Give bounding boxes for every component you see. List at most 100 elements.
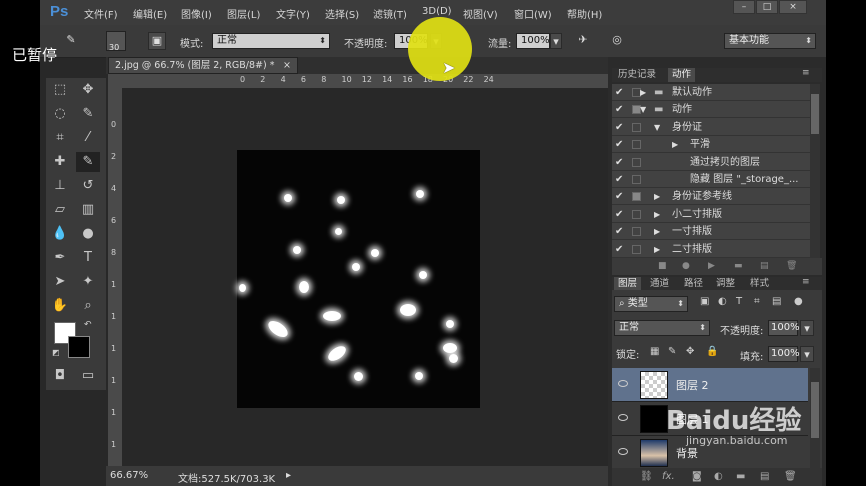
- clone-stamp-tool-icon[interactable]: ⊥: [48, 176, 72, 196]
- fill-arrow[interactable]: ▾: [800, 346, 814, 362]
- menu-item[interactable]: 文件(F): [84, 6, 118, 21]
- swap-colors-icon[interactable]: ↶: [84, 320, 92, 330]
- zoom-level[interactable]: 66.67%: [110, 470, 148, 481]
- pen-tool-icon[interactable]: ✒: [48, 248, 72, 268]
- menu-item[interactable]: 3D(D): [422, 6, 452, 17]
- expand-arrow-icon[interactable]: ▶: [672, 136, 678, 153]
- expand-arrow-icon[interactable]: ▶: [654, 206, 660, 223]
- panel-menu-icon[interactable]: ≡: [802, 68, 810, 78]
- actions-scrollbar-thumb[interactable]: [811, 94, 819, 134]
- menu-item[interactable]: 帮助(H): [567, 6, 602, 21]
- layer-visibility-eye-icon[interactable]: [618, 380, 628, 387]
- actions-scrollbar[interactable]: [810, 84, 820, 258]
- link-layers-icon[interactable]: ⛓: [640, 468, 653, 486]
- action-enabled-check-icon[interactable]: ✔: [615, 171, 623, 188]
- blend-mode-dropdown[interactable]: 正常 ⬍: [614, 320, 710, 336]
- new-action-icon[interactable]: ▤: [760, 258, 769, 275]
- expand-arrow-icon[interactable]: ▶: [654, 241, 660, 258]
- layers-scrollbar-thumb[interactable]: [811, 382, 819, 438]
- marquee-tool-icon[interactable]: ⬚: [48, 80, 72, 100]
- flow-dropdown-arrow[interactable]: ▾: [550, 33, 562, 49]
- blur-tool-icon[interactable]: 💧: [48, 224, 72, 244]
- brush-tool-preset-icon[interactable]: ✎: [62, 32, 80, 50]
- quick-selection-tool-icon[interactable]: ✎: [76, 104, 100, 124]
- action-row[interactable]: ✔ 通过拷贝的图层: [612, 154, 810, 171]
- history-brush-tool-icon[interactable]: ↺: [76, 176, 100, 196]
- quick-mask-icon[interactable]: ◘: [48, 366, 72, 386]
- delete-layer-icon[interactable]: 🗑: [784, 468, 797, 486]
- tab-channels[interactable]: 通道: [646, 277, 673, 291]
- airbrush-icon[interactable]: ✈: [574, 32, 592, 50]
- eyedropper-tool-icon[interactable]: ⁄: [76, 128, 100, 148]
- dialog-toggle-box[interactable]: [632, 192, 641, 202]
- layers-panel-menu-icon[interactable]: ≡: [802, 277, 810, 287]
- gradient-tool-icon[interactable]: ▥: [76, 200, 100, 220]
- layer-filter-dropdown[interactable]: ⌕ 类型 ⬍: [614, 296, 688, 312]
- layers-scrollbar[interactable]: [810, 368, 820, 468]
- action-row[interactable]: ✔ 隐藏 图层 "_storage_...: [612, 171, 810, 188]
- action-enabled-check-icon[interactable]: ✔: [615, 119, 623, 136]
- fill-field[interactable]: 100%: [768, 346, 800, 362]
- flow-field[interactable]: 100%: [516, 33, 550, 49]
- action-row[interactable]: ✔ ▼ ▬ 动作: [612, 101, 810, 119]
- healing-brush-tool-icon[interactable]: ✚: [48, 152, 72, 172]
- action-enabled-check-icon[interactable]: ✔: [615, 136, 623, 153]
- path-selection-tool-icon[interactable]: ➤: [48, 272, 72, 292]
- dialog-toggle-box[interactable]: [632, 227, 641, 237]
- document-tab-close-icon[interactable]: ×: [283, 58, 291, 73]
- move-tool-icon[interactable]: ✥: [76, 80, 100, 100]
- action-enabled-check-icon[interactable]: ✔: [615, 223, 623, 240]
- tab-adjustments[interactable]: 调整: [712, 277, 739, 291]
- hand-tool-icon[interactable]: ✋: [48, 296, 72, 316]
- action-row[interactable]: ✔ ▼ 身份证: [612, 119, 810, 136]
- new-set-icon[interactable]: ▬: [734, 258, 743, 275]
- tab-paths[interactable]: 路径: [680, 277, 707, 291]
- expand-arrow-icon[interactable]: ▼: [654, 119, 660, 136]
- filter-shape-icon[interactable]: ⌗: [754, 296, 760, 307]
- document-canvas[interactable]: [237, 150, 480, 408]
- menu-item[interactable]: 编辑(E): [133, 6, 167, 21]
- add-mask-icon[interactable]: ◙: [692, 468, 702, 486]
- zoom-tool-icon[interactable]: ⌕: [76, 296, 100, 316]
- minimize-button[interactable]: –: [733, 0, 755, 14]
- background-color-swatch[interactable]: [68, 336, 90, 358]
- filter-adjustment-icon[interactable]: ◐: [718, 296, 727, 307]
- menu-item[interactable]: 选择(S): [325, 6, 359, 21]
- dodge-tool-icon[interactable]: ●: [76, 224, 100, 244]
- action-enabled-check-icon[interactable]: ✔: [615, 84, 623, 101]
- layer-style-icon[interactable]: fx.: [662, 468, 675, 486]
- action-enabled-check-icon[interactable]: ✔: [615, 101, 623, 118]
- lock-transparency-icon[interactable]: ▦: [650, 346, 659, 357]
- action-row[interactable]: ✔ ▶ 小二寸排版: [612, 206, 810, 223]
- brush-panel-toggle-icon[interactable]: ▣: [148, 32, 166, 50]
- pressure-size-icon[interactable]: ◎: [608, 32, 626, 50]
- stop-icon[interactable]: ■: [658, 258, 667, 275]
- expand-arrow-icon[interactable]: ▼: [640, 101, 646, 118]
- maximize-button[interactable]: □: [756, 0, 778, 14]
- dialog-toggle-box[interactable]: [632, 175, 641, 184]
- close-window-button[interactable]: ×: [779, 0, 807, 14]
- dialog-toggle-box[interactable]: [632, 157, 641, 167]
- action-row[interactable]: ✔ ▶ 平滑: [612, 136, 810, 154]
- menu-item[interactable]: 图层(L): [227, 6, 260, 21]
- new-layer-icon[interactable]: ▤: [760, 468, 769, 486]
- filter-smart-object-icon[interactable]: ▤: [772, 296, 781, 307]
- expand-arrow-icon[interactable]: ▶: [654, 223, 660, 240]
- dialog-toggle-box[interactable]: [632, 209, 641, 219]
- dialog-toggle-box[interactable]: [632, 244, 641, 254]
- lasso-tool-icon[interactable]: ◌: [48, 104, 72, 124]
- dialog-toggle-box[interactable]: [632, 122, 641, 132]
- lock-pixels-icon[interactable]: ✎: [668, 346, 676, 357]
- menu-item[interactable]: 视图(V): [463, 6, 498, 21]
- expand-arrow-icon[interactable]: ▶: [654, 188, 660, 205]
- action-row[interactable]: ✔ ▶ 二寸排版: [612, 241, 810, 258]
- filter-pixel-icon[interactable]: ▣: [700, 296, 709, 307]
- menu-item[interactable]: 图像(I): [181, 6, 212, 21]
- expand-arrow-icon[interactable]: ▶: [640, 84, 646, 101]
- filter-type-icon[interactable]: T: [736, 296, 742, 307]
- action-enabled-check-icon[interactable]: ✔: [615, 206, 623, 223]
- menu-item[interactable]: 窗口(W): [514, 6, 552, 21]
- brush-size-picker[interactable]: 30: [106, 31, 126, 52]
- tab-styles[interactable]: 样式: [746, 277, 773, 291]
- layer-visibility-eye-icon[interactable]: [618, 414, 628, 421]
